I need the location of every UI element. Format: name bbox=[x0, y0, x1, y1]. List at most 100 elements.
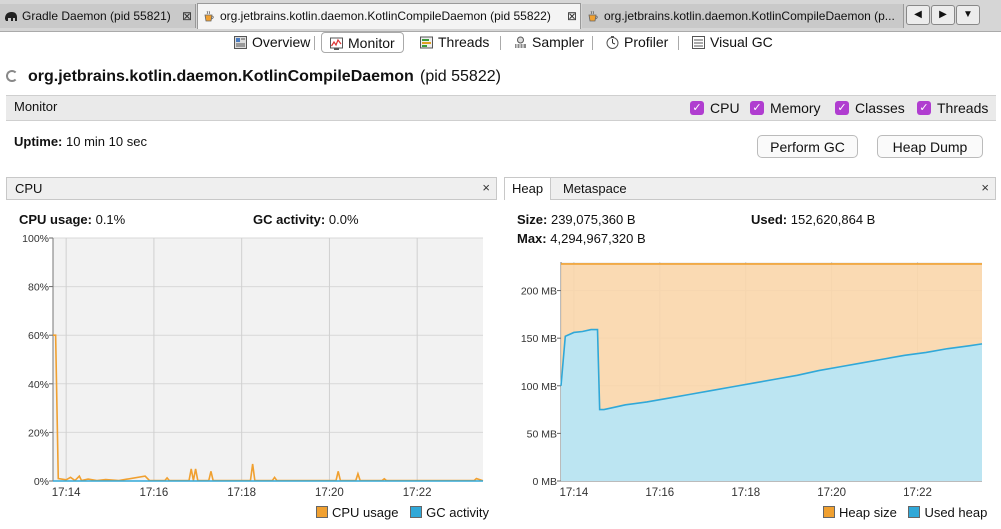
tab-sampler[interactable]: Sampler bbox=[506, 32, 592, 53]
tab-separator bbox=[500, 36, 501, 50]
close-tab-icon[interactable]: ⊠ bbox=[182, 4, 192, 28]
heap-panel-header: Heap Metaspace × bbox=[504, 177, 996, 200]
checkbox-label: Classes bbox=[855, 100, 905, 116]
heap-max-value: 4,294,967,320 B bbox=[550, 231, 646, 246]
tab-label: Sampler bbox=[532, 34, 585, 50]
cpu-chart: 100% 80% 60% 40% 20% 0%17:14 17:16 17:18 17:20 17… bbox=[22, 233, 484, 499]
process-pid: (pid 55822) bbox=[420, 68, 501, 85]
heap-used-stat: Used: 152,620,864 B bbox=[751, 212, 875, 227]
document-tab-kotlin-daemon-2[interactable]: org.jetbrains.kotlin.daemon.KotlinCompil… bbox=[582, 4, 904, 28]
tab-visual-gc[interactable]: Visual GC bbox=[684, 32, 781, 53]
java-cup-icon bbox=[588, 10, 598, 22]
x-tick-label: 17:20 bbox=[315, 487, 344, 499]
document-tab-gradle-daemon[interactable]: Gradle Daemon (pid 55821) ⊠ bbox=[0, 4, 196, 28]
heap-size-stat: Size: 239,075,360 B bbox=[517, 212, 636, 227]
checkmark-icon: ✓ bbox=[750, 101, 764, 115]
x-tick-label: 17:18 bbox=[227, 487, 256, 499]
x-tick-label: 17:20 bbox=[817, 487, 846, 499]
tab-list-dropdown-icon[interactable]: ▼ bbox=[956, 5, 980, 25]
sampler-icon bbox=[515, 36, 526, 48]
legend-swatch bbox=[908, 506, 921, 518]
legend-label: CPU usage bbox=[332, 505, 399, 520]
close-tab-icon[interactable]: ⊠ bbox=[567, 4, 577, 28]
legend-swatch bbox=[823, 506, 835, 518]
visual-gc-icon bbox=[692, 36, 705, 49]
legend-label: Used heap bbox=[924, 505, 988, 520]
tab-label: Monitor bbox=[348, 35, 395, 51]
classes-checkbox[interactable]: ✓ Classes bbox=[835, 99, 905, 117]
cpu-panel-header: CPU × bbox=[6, 177, 497, 200]
tab-metaspace[interactable]: Metaspace bbox=[560, 178, 630, 200]
cpu-checkbox[interactable]: ✓ CPU bbox=[690, 99, 740, 117]
loading-spinner-icon bbox=[6, 70, 18, 82]
x-tick-label: 17:22 bbox=[403, 487, 432, 499]
tab-separator bbox=[314, 36, 315, 50]
cpu-usage-value: 0.1% bbox=[95, 212, 126, 227]
heap-used-label: Used: bbox=[751, 212, 788, 227]
y-tick-label: 100 MB bbox=[521, 381, 557, 393]
y-tick-label: 60% bbox=[28, 330, 49, 342]
checkbox-label: Threads bbox=[937, 100, 989, 116]
monitor-section-header: Monitor ✓ CPU ✓ Memory ✓ Classes ✓ Threads bbox=[6, 95, 996, 121]
tab-label: Overview bbox=[252, 34, 311, 50]
heap-max-stat: Max: 4,294,967,320 B bbox=[517, 231, 646, 246]
tab-profiler[interactable]: Profiler bbox=[598, 32, 676, 53]
x-tick-label: 17:16 bbox=[645, 487, 674, 499]
scroll-right-icon[interactable]: ▶ bbox=[931, 5, 955, 25]
plot-area bbox=[53, 238, 483, 481]
y-tick-label: 200 MB bbox=[521, 286, 557, 298]
uptime-label: Uptime: bbox=[14, 134, 63, 149]
checkbox-label: Memory bbox=[770, 100, 821, 116]
memory-checkbox[interactable]: ✓ Memory bbox=[750, 99, 821, 117]
x-tick-label: 17:16 bbox=[140, 487, 169, 499]
document-tab-label: org.jetbrains.kotlin.daemon.KotlinCompil… bbox=[604, 9, 895, 23]
tab-label: Visual GC bbox=[710, 34, 773, 50]
tab-separator bbox=[592, 36, 593, 50]
process-title-row: org.jetbrains.kotlin.daemon.KotlinCompil… bbox=[6, 66, 996, 90]
document-tab-label: org.jetbrains.kotlin.daemon.KotlinCompil… bbox=[220, 9, 551, 23]
threads-checkbox[interactable]: ✓ Threads bbox=[917, 99, 988, 117]
checkmark-icon: ✓ bbox=[835, 101, 849, 115]
document-tab-bar: Gradle Daemon (pid 55821) ⊠ org.jetbrain… bbox=[0, 0, 1001, 32]
document-tab-label: Gradle Daemon (pid 55821) bbox=[22, 9, 171, 23]
tab-navigation: ◀ ▶ ▼ bbox=[906, 5, 998, 25]
perform-gc-button[interactable]: Perform GC bbox=[757, 135, 858, 158]
document-tab-kotlin-daemon-active[interactable]: org.jetbrains.kotlin.daemon.KotlinCompil… bbox=[197, 3, 581, 29]
uptime-value: 10 min 10 sec bbox=[66, 134, 147, 149]
close-panel-icon[interactable]: × bbox=[981, 180, 989, 195]
cpu-usage-label: CPU usage: bbox=[19, 212, 92, 227]
checkmark-icon: ✓ bbox=[917, 101, 931, 115]
heap-max-label: Max: bbox=[517, 231, 547, 246]
y-tick-label: 20% bbox=[28, 427, 49, 439]
legend-swatch bbox=[316, 506, 328, 518]
close-panel-icon[interactable]: × bbox=[482, 180, 490, 195]
y-tick-label: 100% bbox=[22, 233, 49, 245]
x-tick-label: 17:18 bbox=[731, 487, 760, 499]
heap-dump-button[interactable]: Heap Dump bbox=[877, 135, 983, 158]
heap-size-value: 239,075,360 B bbox=[550, 212, 636, 227]
tab-label: Threads bbox=[438, 34, 490, 50]
y-tick-label: 0 MB bbox=[532, 476, 557, 488]
x-tick-label: 17:22 bbox=[903, 487, 932, 499]
gc-activity-label: GC activity: bbox=[253, 212, 326, 227]
legend-label: GC activity bbox=[426, 505, 489, 520]
checkbox-label: CPU bbox=[710, 100, 740, 116]
gradle-elephant-icon bbox=[5, 12, 17, 21]
monitor-icon bbox=[330, 37, 343, 50]
tab-threads[interactable]: Threads bbox=[412, 32, 497, 53]
overview-icon bbox=[234, 36, 247, 49]
y-tick-label: 80% bbox=[28, 282, 49, 294]
tab-label: Profiler bbox=[624, 34, 669, 50]
tab-overview[interactable]: Overview bbox=[226, 32, 318, 53]
checkmark-icon: ✓ bbox=[690, 101, 704, 115]
scroll-left-icon[interactable]: ◀ bbox=[906, 5, 930, 25]
tab-monitor[interactable]: Monitor bbox=[321, 32, 404, 53]
tab-heap[interactable]: Heap bbox=[505, 178, 552, 200]
process-name: org.jetbrains.kotlin.daemon.KotlinCompil… bbox=[28, 68, 414, 85]
x-tick-label: 17:14 bbox=[559, 487, 588, 499]
uptime: Uptime: 10 min 10 sec bbox=[14, 134, 147, 149]
heap-used-value: 152,620,864 B bbox=[790, 212, 876, 227]
gc-activity-value: 0.0% bbox=[328, 212, 359, 227]
java-cup-icon bbox=[204, 10, 214, 22]
cpu-usage-stat: CPU usage: 0.1% bbox=[19, 212, 125, 227]
